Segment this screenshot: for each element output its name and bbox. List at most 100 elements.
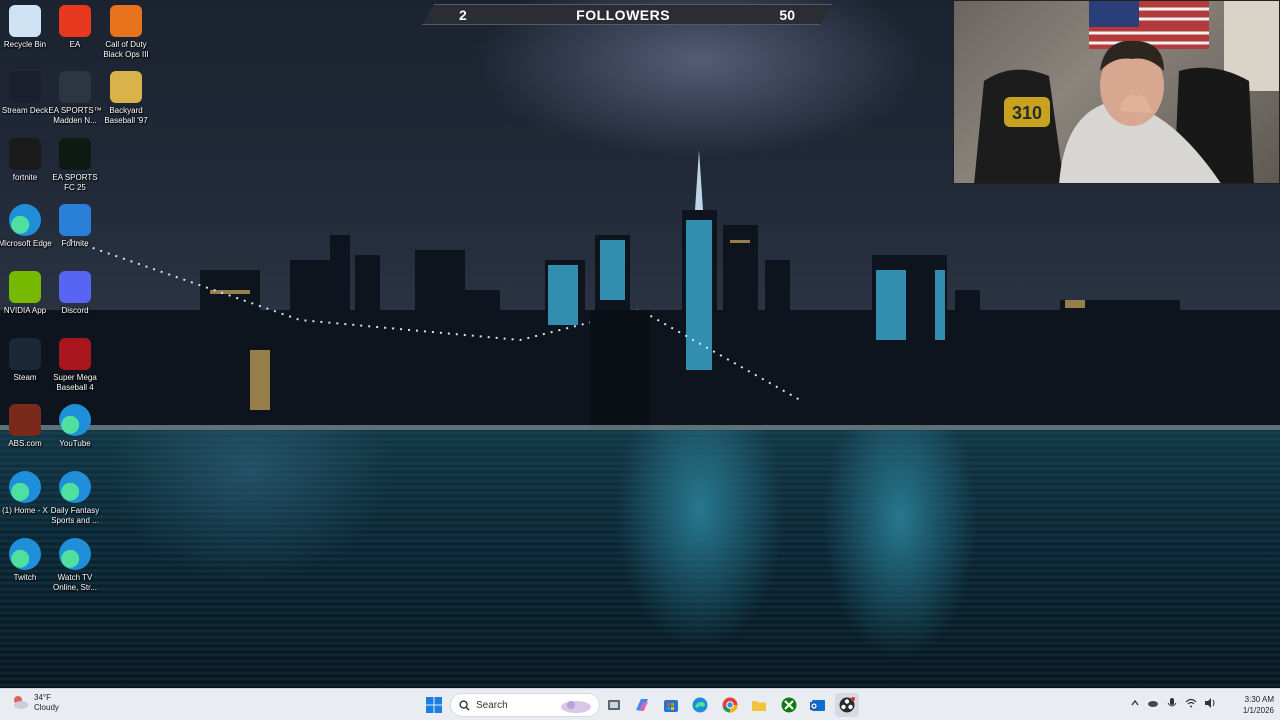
clock-time: 3:30 AM: [1244, 695, 1274, 704]
desktop-shortcut[interactable]: Discord: [50, 271, 100, 316]
desktop-shortcut[interactable]: Watch TV Online, Str...: [50, 538, 100, 593]
weather-widget[interactable]: 34°F Cloudy: [10, 693, 59, 713]
taskbar-edge[interactable]: [688, 693, 712, 717]
taskbar-outlook[interactable]: [806, 693, 830, 717]
desktop-shortcut[interactable]: YouTube: [50, 404, 100, 449]
folder-icon: [752, 701, 766, 711]
ea-icon: [59, 5, 91, 37]
epic-games-icon: [9, 138, 41, 170]
desktop-shortcut[interactable]: Twitch: [0, 538, 50, 583]
nvidia-icon: [9, 271, 41, 303]
desktop-shortcut[interactable]: Steam: [0, 338, 50, 383]
desktop-shortcut-label: ABS.com: [8, 439, 42, 448]
desktop-shortcut-label: Daily Fantasy Sports and ...: [50, 506, 100, 525]
taskbar-clock[interactable]: 3:30 AM 1/1/2026: [1228, 694, 1274, 716]
desktop-shortcut-label: Stream Deck: [1, 106, 49, 115]
task-view-button[interactable]: [602, 693, 626, 717]
desktop-shortcut-label: EA SPORTS FC 25: [52, 173, 98, 192]
discord-icon: [59, 271, 91, 303]
taskbar-store[interactable]: [659, 693, 683, 717]
webcam-overlay: 310: [953, 0, 1280, 184]
twitch-edge-icon: [9, 538, 41, 570]
madden-icon: [59, 71, 91, 103]
search-label: Search: [476, 699, 508, 711]
taskbar-file-explorer[interactable]: [747, 693, 771, 717]
xbox-icon: [781, 697, 797, 713]
watch-tv-edge-icon: [59, 538, 91, 570]
taskbar-search-box[interactable]: Search: [450, 693, 600, 717]
fantasy-edge-icon: [59, 471, 91, 503]
call-of-duty-icon: [110, 5, 142, 37]
desktop-shortcut-label: Backyard Baseball '97: [104, 106, 148, 125]
backyard-baseball-icon: [110, 71, 142, 103]
desktop-shortcut-label: (1) Home - X: [2, 506, 48, 515]
desktop-shortcut[interactable]: Fortnite: [50, 204, 100, 249]
desktop-shortcut[interactable]: Stream Deck: [0, 71, 50, 116]
chevron-up-icon[interactable]: [1130, 698, 1140, 708]
followers-title: FOLLOWERS: [576, 6, 671, 23]
desktop-shortcut[interactable]: Daily Fantasy Sports and ...: [50, 471, 100, 526]
taskbar: 34°F Cloudy Search 3:30 AM 1/1/2026: [0, 688, 1280, 720]
task-view-icon: [608, 700, 620, 710]
desktop-shortcut-label: Call of Duty Black Ops III: [103, 40, 149, 59]
desktop-shortcut-label: YouTube: [59, 439, 91, 448]
desktop-shortcut[interactable]: Super Mega Baseball 4: [50, 338, 100, 393]
edge-icon: [692, 697, 708, 713]
copilot-icon: [636, 699, 648, 711]
stream-deck-icon: [9, 71, 41, 103]
abs-icon: [9, 404, 41, 436]
desktop-shortcut-label: fortnite: [12, 173, 38, 182]
desktop-shortcut-label: EA SPORTS™ Madden N...: [48, 106, 102, 125]
taskbar-chrome[interactable]: [718, 693, 742, 717]
weather-condition: Cloudy: [34, 703, 59, 712]
desktop-shortcut-label: Recycle Bin: [3, 40, 47, 49]
microphone-icon[interactable]: [1166, 697, 1178, 709]
desktop-shortcut[interactable]: (1) Home - X: [0, 471, 50, 516]
desktop-shortcut[interactable]: NVIDIA App: [0, 271, 50, 316]
chrome-icon: [722, 697, 738, 713]
steam-icon: [9, 338, 41, 370]
webcam-shirt-number: 310: [1012, 103, 1042, 123]
desktop-shortcut[interactable]: Backyard Baseball '97: [101, 71, 151, 126]
system-tray: [1130, 697, 1216, 709]
desktop-shortcut-label: EA: [69, 40, 81, 49]
volume-icon[interactable]: [1204, 697, 1216, 709]
search-icon: [459, 699, 470, 711]
windows-logo-icon: [426, 697, 442, 713]
desktop-shortcut-label: Super Mega Baseball 4: [53, 373, 97, 392]
clock-date: 1/1/2026: [1242, 706, 1274, 715]
fc25-icon: [59, 138, 91, 170]
outlook-icon: [810, 700, 825, 711]
obs-icon: [839, 697, 855, 713]
desktop-shortcut-label: Steam: [13, 373, 37, 382]
search-highlight-icon: [561, 701, 591, 713]
start-button[interactable]: [422, 693, 446, 717]
taskbar-obs-active[interactable]: [835, 693, 859, 717]
smb4-icon: [59, 338, 91, 370]
x-edge-icon: [9, 471, 41, 503]
desktop-shortcut-label: Discord: [61, 306, 89, 315]
desktop-shortcut[interactable]: EA SPORTS FC 25: [50, 138, 100, 193]
taskbar-xbox[interactable]: [777, 693, 801, 717]
desktop-shortcut[interactable]: Recycle Bin: [0, 5, 50, 50]
webcam-scene: 310: [974, 1, 1279, 183]
wifi-icon[interactable]: [1185, 697, 1197, 709]
desktop-shortcut-label: NVIDIA App: [3, 306, 47, 315]
desktop-shortcut[interactable]: Call of Duty Black Ops III: [101, 5, 151, 60]
onedrive-icon[interactable]: [1147, 697, 1159, 709]
taskbar-copilot[interactable]: [630, 693, 654, 717]
river-reflection: [0, 430, 1280, 688]
desktop-shortcut[interactable]: EA SPORTS™ Madden N...: [48, 71, 102, 126]
followers-goal-banner: 2 FOLLOWERS 50: [422, 4, 832, 25]
microsoft-store-icon: [664, 700, 678, 712]
desktop-shortcut[interactable]: ABS.com: [0, 404, 50, 449]
city-skyline-image: [0, 150, 1280, 450]
desktop-shortcut-label: Fortnite: [61, 239, 89, 248]
recycle-bin-icon: [9, 5, 41, 37]
desktop-shortcut-label: Twitch: [13, 573, 37, 582]
desktop-shortcut[interactable]: EA: [50, 5, 100, 50]
desktop-shortcut[interactable]: Microsoft Edge: [0, 204, 52, 249]
desktop-shortcut[interactable]: fortnite: [0, 138, 50, 183]
weather-temperature: 34°F: [34, 693, 51, 702]
followers-current-count: 2: [459, 6, 467, 23]
